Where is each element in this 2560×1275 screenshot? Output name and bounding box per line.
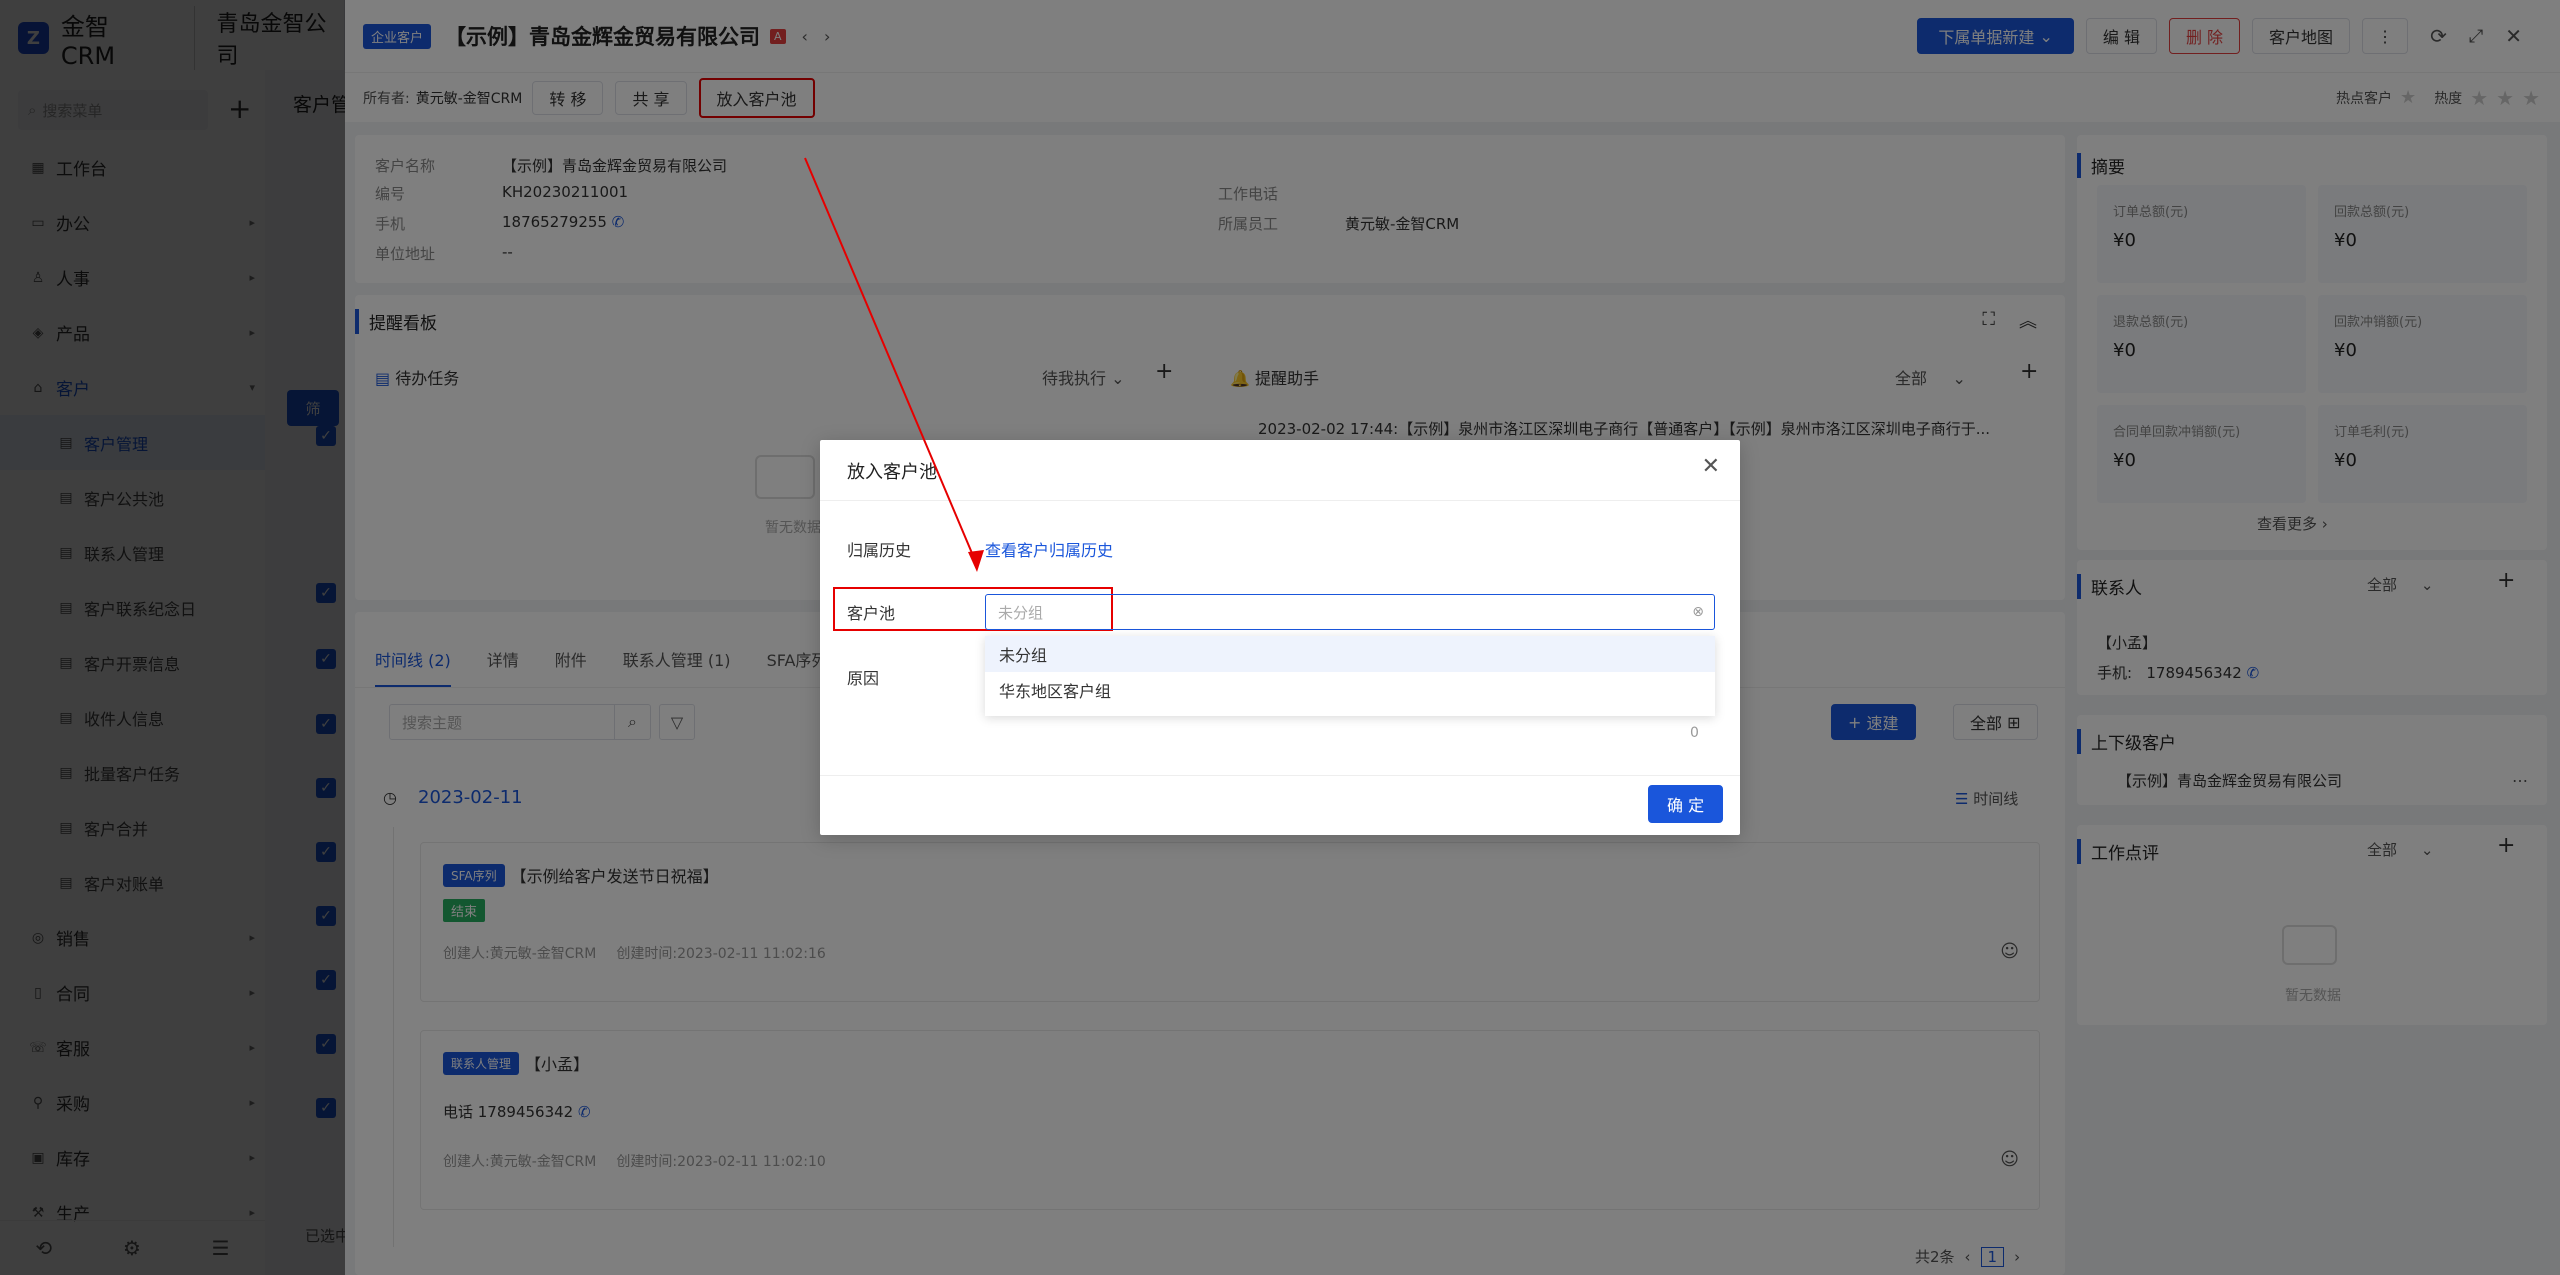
confirm-button[interactable]: 确 定 — [1648, 785, 1724, 823]
pool-select[interactable]: 未分组 ⊗ — [985, 594, 1715, 630]
dropdown-option[interactable]: 未分组 — [985, 636, 1715, 672]
view-history-link[interactable]: 查看客户归属历史 — [985, 537, 1113, 561]
history-label: 归属历史 — [847, 541, 912, 560]
pool-label: 客户池 — [847, 604, 896, 623]
dropdown-option[interactable]: 华东地区客户组 — [985, 672, 1715, 708]
pool-dropdown: 未分组 华东地区客户组 — [985, 636, 1715, 716]
dialog-title: 放入客户池 — [847, 462, 937, 483]
close-icon[interactable]: ✕ — [1702, 454, 1720, 479]
put-into-pool-dialog: 放入客户池 ✕ 归属历史 查看客户归属历史 客户池 未分组 ⊗ 原因 0 未分组… — [820, 440, 1740, 835]
clear-icon: ⊗ — [1692, 604, 1704, 620]
char-counter: 0 — [1690, 725, 1699, 741]
reason-label: 原因 — [847, 669, 880, 688]
